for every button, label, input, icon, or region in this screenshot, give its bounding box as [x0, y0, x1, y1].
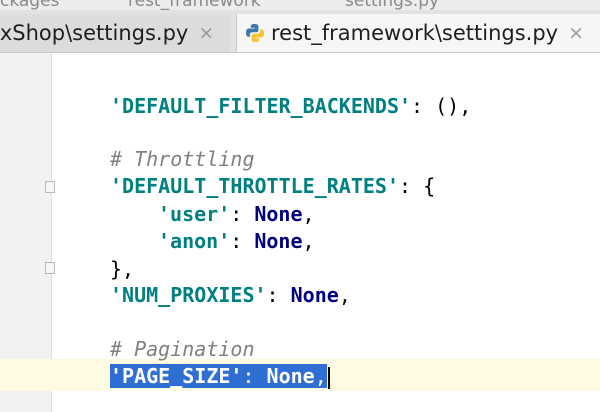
code-punctuation: :	[230, 229, 255, 253]
text-caret	[327, 366, 330, 389]
tab-label: lxShop\settings.py	[0, 21, 189, 45]
code-punctuation: ,	[302, 202, 315, 226]
breadcrumb-item-settings[interactable]: settings.py	[345, 0, 439, 10]
tab-label: rest_framework\settings.py	[271, 21, 559, 45]
code-line: },	[110, 257, 135, 281]
breadcrumb-item-packages[interactable]: ckages	[0, 0, 59, 10]
code-punctuation: : {	[398, 174, 436, 198]
dict-key: 'PAGE_SIZE'	[110, 364, 243, 388]
code-punctuation: ,	[302, 229, 315, 253]
code-line: 'NUM_PROXIES': None,	[110, 282, 351, 308]
text-selection[interactable]: 'PAGE_SIZE': None,	[110, 364, 327, 388]
close-icon[interactable]: ×	[198, 22, 214, 44]
code-editor[interactable]: 'DEFAULT_FILTER_BACKENDS': (), # Throttl…	[0, 53, 600, 412]
dict-key: 'NUM_PROXIES'	[110, 283, 267, 307]
navigation-breadcrumb: ckages rest_framework settings.py	[0, 0, 600, 10]
code-comment: # Throttling	[110, 147, 255, 171]
tab-rest-framework-settings[interactable]: rest_framework\settings.py ×	[236, 14, 600, 52]
code-line-selected: 'PAGE_SIZE': None,	[110, 363, 330, 389]
code-punctuation: ,	[338, 283, 351, 307]
code-line: 'user': None,	[158, 201, 315, 227]
code-punctuation: :	[266, 283, 291, 307]
dict-key: 'DEFAULT_FILTER_BACKENDS'	[110, 94, 412, 118]
close-icon[interactable]: ×	[568, 22, 584, 44]
code-punctuation: ,	[314, 364, 327, 388]
code-area[interactable]: 'DEFAULT_FILTER_BACKENDS': (), # Throttl…	[0, 53, 600, 412]
code-line: 'anon': None,	[158, 228, 315, 254]
code-punctuation: :	[230, 202, 255, 226]
code-comment: # Pagination	[110, 337, 255, 361]
breadcrumb-item-rest-framework[interactable]: rest_framework	[128, 0, 261, 10]
code-line: 'DEFAULT_THROTTLE_RATES': {	[110, 173, 435, 199]
tab-mxshop-settings[interactable]: lxShop\settings.py ×	[0, 14, 230, 52]
keyword-none: None	[290, 283, 339, 307]
dict-key: 'user'	[158, 202, 231, 226]
editor-tab-bar: lxShop\settings.py × rest_framework\sett…	[0, 10, 600, 53]
dict-key: 'anon'	[158, 229, 231, 253]
keyword-none: None	[254, 202, 303, 226]
code-line: 'DEFAULT_FILTER_BACKENDS': (),	[110, 93, 471, 119]
keyword-none: None	[266, 364, 315, 388]
code-punctuation: : (),	[411, 94, 472, 118]
python-file-icon	[246, 24, 264, 42]
keyword-none: None	[254, 229, 303, 253]
dict-key: 'DEFAULT_THROTTLE_RATES'	[110, 174, 399, 198]
code-punctuation: :	[242, 364, 267, 388]
